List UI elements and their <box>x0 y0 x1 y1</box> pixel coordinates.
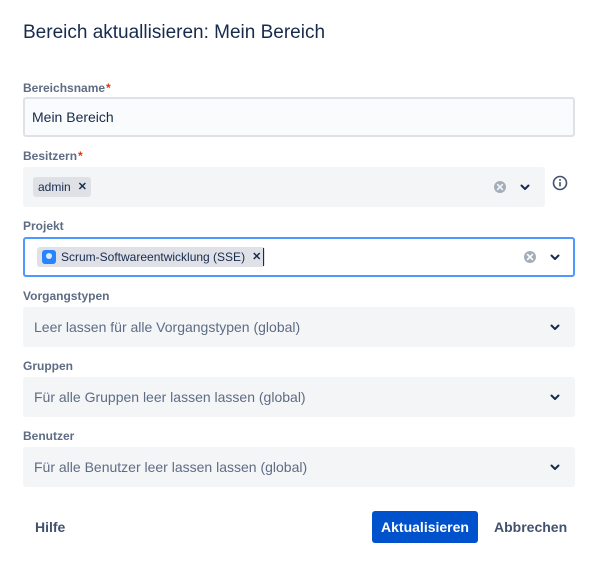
help-link[interactable]: Hilfe <box>35 519 65 535</box>
text-cursor <box>263 248 264 266</box>
project-chip: Scrum-Softwareentwicklung (SSE) ✕ <box>37 247 266 267</box>
issue-types-select[interactable]: Leer lassen für alle Vorgangstypen (glob… <box>23 307 575 347</box>
project-select[interactable]: Scrum-Softwareentwicklung (SSE) ✕ <box>23 237 575 277</box>
owner-chip-label: admin <box>38 180 71 194</box>
project-chip-label: Scrum-Softwareentwicklung (SSE) <box>61 250 246 264</box>
chevron-down-icon[interactable] <box>547 249 563 265</box>
cancel-button[interactable]: Abbrechen <box>494 519 567 535</box>
clear-icon[interactable] <box>523 250 537 264</box>
owner-label: Besitzern* <box>23 149 83 163</box>
issue-types-label: Vorgangstypen <box>23 289 110 303</box>
project-label: Projekt <box>23 219 64 233</box>
name-label: Bereichsname* <box>23 81 111 95</box>
close-icon[interactable]: ✕ <box>252 247 261 267</box>
chevron-down-icon[interactable] <box>517 179 533 195</box>
chevron-down-icon[interactable] <box>547 459 563 475</box>
submit-button[interactable]: Aktualisieren <box>372 511 478 543</box>
chevron-down-icon[interactable] <box>547 319 563 335</box>
groups-select[interactable]: Für alle Gruppen leer lassen lassen (glo… <box>23 377 575 417</box>
owner-chip: admin ✕ <box>33 177 91 197</box>
required-marker: * <box>78 149 83 163</box>
name-label-text: Bereichsname <box>23 81 106 95</box>
issue-types-placeholder: Leer lassen für alle Vorgangstypen (glob… <box>34 319 301 335</box>
dialog-title: Bereich aktuallisieren: Mein Bereich <box>23 22 326 43</box>
users-select[interactable]: Für alle Benutzer leer lassen lassen (gl… <box>23 447 575 487</box>
close-icon[interactable]: ✕ <box>78 177 87 197</box>
groups-label: Gruppen <box>23 359 73 373</box>
project-avatar-icon <box>42 250 56 264</box>
owner-label-text: Besitzern <box>23 149 78 163</box>
groups-placeholder: Für alle Gruppen leer lassen lassen (glo… <box>34 389 306 405</box>
chevron-down-icon[interactable] <box>547 389 563 405</box>
users-placeholder: Für alle Benutzer leer lassen lassen (gl… <box>34 459 308 475</box>
users-label: Benutzer <box>23 429 75 443</box>
info-icon[interactable] <box>552 175 568 191</box>
required-marker: * <box>106 81 111 95</box>
name-input[interactable] <box>23 97 575 137</box>
clear-icon[interactable] <box>493 180 507 194</box>
owner-select[interactable]: admin ✕ <box>23 167 545 207</box>
